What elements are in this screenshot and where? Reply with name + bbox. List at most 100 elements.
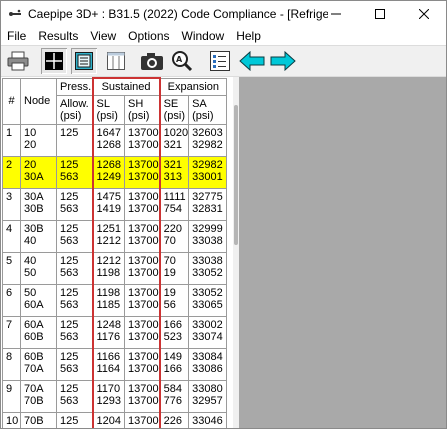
table-row[interactable]: 5 40 50 125 563 1212 1198 13700 13700 70 19 33038 33…: [2, 252, 228, 285]
menu-help[interactable]: Help: [230, 29, 267, 43]
row-number[interactable]: 7: [2, 316, 21, 349]
se-cell[interactable]: 19 56: [159, 284, 190, 317]
se-cell[interactable]: 70 19: [159, 252, 190, 285]
allow-cell[interactable]: 125563: [56, 412, 93, 428]
sl-cell[interactable]: 1268 1249: [91, 156, 125, 189]
sa-cell[interactable]: 32603 32982: [188, 124, 228, 157]
sl-cell[interactable]: 1251 1212: [91, 220, 125, 253]
sh-cell[interactable]: 1370013700: [123, 156, 161, 189]
row-number[interactable]: 6: [2, 284, 21, 317]
sa-cell[interactable]: 33080 32957: [188, 380, 228, 413]
table-row[interactable]: 3 30A 30B 125 563 1475 1419 13700 13700 1111 754 32…: [2, 188, 228, 221]
sh-cell[interactable]: 1370013700: [123, 412, 161, 428]
node-cell[interactable]: 10 20: [20, 124, 57, 157]
app-icon[interactable]: [7, 6, 23, 22]
se-cell[interactable]: 1020 321: [159, 124, 190, 157]
menu-results[interactable]: Results: [32, 29, 84, 43]
columns-view-button[interactable]: [103, 48, 129, 74]
sh-cell[interactable]: 1370013700: [123, 284, 161, 317]
snapshot-button[interactable]: [139, 48, 165, 74]
sl-cell[interactable]: 1475 1419: [91, 188, 125, 221]
allow-cell[interactable]: 125563: [56, 156, 93, 189]
scrollbar-thumb[interactable]: [234, 105, 238, 245]
row-number[interactable]: 3: [2, 188, 21, 221]
next-button[interactable]: [269, 48, 297, 74]
row-number[interactable]: 2: [2, 156, 21, 189]
sa-cell[interactable]: 32982 33001: [188, 156, 228, 189]
node-cell[interactable]: 70B80: [20, 412, 57, 428]
node-cell[interactable]: 40 50: [20, 252, 57, 285]
sh-cell[interactable]: 1370013700: [123, 220, 161, 253]
close-button[interactable]: [402, 1, 446, 27]
node-cell[interactable]: 30B 40: [20, 220, 57, 253]
allow-cell[interactable]: 125563: [56, 220, 93, 253]
node-cell[interactable]: 50 60A: [20, 284, 57, 317]
sh-cell[interactable]: 1370013700: [123, 188, 161, 221]
sh-cell[interactable]: 1370013700: [123, 124, 161, 157]
menu-view[interactable]: View: [84, 29, 122, 43]
se-cell[interactable]: 166 523: [159, 316, 190, 349]
sl-cell[interactable]: 1212 1198: [91, 252, 125, 285]
menu-file[interactable]: File: [1, 29, 32, 43]
se-cell[interactable]: 584 776: [159, 380, 190, 413]
menu-window[interactable]: Window: [176, 29, 231, 43]
minimize-button[interactable]: [314, 1, 358, 27]
se-cell[interactable]: 321 313: [159, 156, 190, 189]
sl-cell[interactable]: 1248 1176: [91, 316, 125, 349]
se-cell[interactable]: 1111 754: [159, 188, 190, 221]
allow-cell[interactable]: 125563: [56, 188, 93, 221]
node-cell[interactable]: 70A 70B: [20, 380, 57, 413]
sl-cell[interactable]: 1170 1293: [91, 380, 125, 413]
title-bar[interactable]: Caepipe 3D+ : B31.5 (2022) Code Complian…: [1, 1, 446, 27]
allow-cell[interactable]: 125563: [56, 380, 93, 413]
row-number[interactable]: 5: [2, 252, 21, 285]
table-row[interactable]: 8 60B 70A 125 563 1166 1164 13700 13700 149 166 330…: [2, 348, 228, 381]
list-button[interactable]: [207, 48, 233, 74]
row-number[interactable]: 8: [2, 348, 21, 381]
allow-cell[interactable]: 125563: [56, 252, 93, 285]
allow-cell[interactable]: 125563: [56, 348, 93, 381]
zoom-button[interactable]: A: [169, 48, 195, 74]
sh-cell[interactable]: 1370013700: [123, 348, 161, 381]
se-cell[interactable]: 220 70: [159, 220, 190, 253]
sa-cell[interactable]: 33002 33074: [188, 316, 228, 349]
sl-cell[interactable]: 1647 1268: [91, 124, 125, 157]
row-number[interactable]: 9: [2, 380, 21, 413]
table-row[interactable]: 1 10 20 125 1647 1268 13700 13700 1020 321 32603 32…: [2, 124, 228, 157]
sa-cell[interactable]: 3304633049: [188, 412, 228, 428]
sl-cell[interactable]: 1198 1185: [91, 284, 125, 317]
grid-lines-button[interactable]: [41, 48, 67, 74]
sa-cell[interactable]: 32999 33038: [188, 220, 228, 253]
previous-button[interactable]: [238, 48, 266, 74]
table-row[interactable]: 4 30B 40 125 563 1251 1212 13700 13700 220 70 32999…: [2, 220, 228, 253]
sh-cell[interactable]: 1370013700: [123, 316, 161, 349]
sh-cell[interactable]: 1370013700: [123, 380, 161, 413]
table-row-selected[interactable]: 2 20 30A 125 563 1268 1249 13700 13700 321 313 3298…: [2, 156, 228, 189]
menu-options[interactable]: Options: [122, 29, 175, 43]
row-number[interactable]: 1: [2, 124, 21, 157]
node-cell[interactable]: 30A 30B: [20, 188, 57, 221]
sa-cell[interactable]: 33038 33052: [188, 252, 228, 285]
row-number[interactable]: 10: [2, 412, 21, 428]
print-button[interactable]: [5, 48, 31, 74]
table-row[interactable]: 7 60A 60B 125 563 1248 1176 13700 13700 166 523 330…: [2, 316, 228, 349]
sa-cell[interactable]: 33084 33086: [188, 348, 228, 381]
node-cell[interactable]: 20 30A: [20, 156, 57, 189]
allow-cell[interactable]: 125563: [56, 284, 93, 317]
node-cell[interactable]: 60A 60B: [20, 316, 57, 349]
row-number[interactable]: 4: [2, 220, 21, 253]
allow-cell[interactable]: 125: [56, 124, 93, 157]
node-cell[interactable]: 60B 70A: [20, 348, 57, 381]
se-cell[interactable]: 226178: [159, 412, 190, 428]
se-cell[interactable]: 149 166: [159, 348, 190, 381]
maximize-button[interactable]: [358, 1, 402, 27]
sa-cell[interactable]: 33052 33065: [188, 284, 228, 317]
table-row[interactable]: 1070B80125563120412011370013700226178330…: [2, 412, 228, 428]
allow-cell[interactable]: 125563: [56, 316, 93, 349]
table-row[interactable]: 9 70A 70B 125 563 1170 1293 13700 13700 584 776 330…: [2, 380, 228, 413]
table-row[interactable]: 6 50 60A 125 563 1198 1185 13700 13700 19 56 33052 3…: [2, 284, 228, 317]
document-view-button[interactable]: [71, 48, 97, 74]
sl-cell[interactable]: 1166 1164: [91, 348, 125, 381]
sh-cell[interactable]: 1370013700: [123, 252, 161, 285]
sa-cell[interactable]: 32775 32831: [188, 188, 228, 221]
